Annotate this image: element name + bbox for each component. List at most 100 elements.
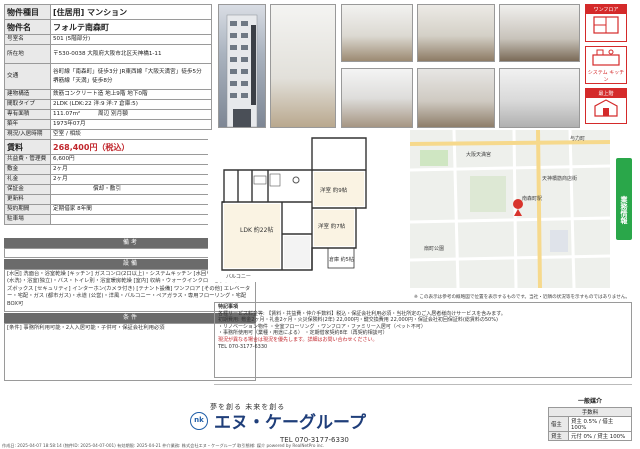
room-photo-5[interactable] xyxy=(417,68,495,128)
guarantee-extra: 償却・敷引 xyxy=(93,186,121,192)
spec-key: 保証金 xyxy=(4,184,51,195)
spec-value: 償却・敷引 xyxy=(50,184,212,195)
spec-row-renewal: 更新料 xyxy=(4,194,212,205)
spec-value: 2LDK (LDK:22 洋:9 洋:7 倉庫:5) xyxy=(50,99,212,110)
property-sheet: 物件種目 [住居用] マンション 物件名 フォルテ南森町 号室名 501 (5階… xyxy=(0,0,640,449)
spec-key: 契約期間 xyxy=(4,204,51,215)
spec-row-fee: 共益費・管理費 6,600円 xyxy=(4,154,212,165)
spec-key: 建物構造 xyxy=(4,89,51,100)
map-label: 与力町 xyxy=(570,135,585,142)
spec-key: 敷金 xyxy=(4,164,51,175)
spec-value: 鉄筋コンクリート造 地上9階 地下0階 xyxy=(50,89,212,100)
commission-key: 借主 xyxy=(548,416,569,432)
floor-plan: LDK 約22帖 洋室 約9帖 洋室 約7帖 倉庫 約5帖 バルコニー xyxy=(208,130,406,282)
spec-row-address: 所在地 〒530-0038 大阪府大阪市北区天神橋1-11 xyxy=(4,44,212,64)
spec-key: 礼金 xyxy=(4,174,51,185)
spec-value: 〒530-0038 大阪府大阪市北区天神橋1-11 xyxy=(50,44,212,64)
spec-row-parking: 駐車場 xyxy=(4,214,212,225)
spec-key: 号室名 xyxy=(4,34,51,45)
room-photo-2[interactable] xyxy=(417,4,495,62)
special-note-line: ・事務所使用可（業種・用途による） ・定期借家契約8年（再契約相談可） xyxy=(218,330,388,337)
spec-row-guarantee: 保証金 償却・敷引 xyxy=(4,184,212,195)
special-notes-box: 特記事項 各種サービス料金等: 【賃料・共益費・仲介手数料】税込・保証会社利用必… xyxy=(214,302,632,378)
spec-value: 1973年07月 xyxy=(50,119,212,130)
commission-value: 元付 0% / 貸主 100% xyxy=(568,431,632,441)
spec-value: 501 (5階部分) xyxy=(50,34,212,45)
floor-icon xyxy=(593,16,619,34)
room-photo-4[interactable] xyxy=(341,68,413,128)
spec-value: 2ヶ月 xyxy=(50,174,212,185)
spec-value: [住居用] マンション xyxy=(50,4,212,20)
company-logo-icon: nk xyxy=(190,412,208,430)
plan-label-balcony: バルコニー xyxy=(226,274,251,280)
company-logo-text: エヌ・ケーグループ xyxy=(214,413,366,433)
spec-value: 2ヶ月 xyxy=(50,164,212,175)
plan-label-room2: 洋室 約7帖 xyxy=(318,222,346,230)
spec-key: 駐車場 xyxy=(4,214,51,225)
spec-key: 現況/入居時期 xyxy=(4,129,51,140)
area-map[interactable]: 大阪天満宮 南森町駅 天神橋筋商店街 扇町公園 与力町 xyxy=(410,130,610,288)
commission-row: 貸主 元付 0% / 貸主 100% xyxy=(548,431,632,441)
spec-value: フォルテ南森町 xyxy=(50,19,212,35)
badge-system-kitchen: システム キッチン xyxy=(585,46,627,84)
building-icon xyxy=(226,14,258,127)
spec-row-type: 物件種目 [住居用] マンション xyxy=(4,4,212,20)
spec-key: 築年 xyxy=(4,119,51,130)
area-value: 111.07m² xyxy=(53,111,81,117)
commission-row: 借主 貸主 0.5% / 借主 100% xyxy=(548,416,632,432)
commission-row: 手数料 xyxy=(548,407,632,417)
spec-key: 物件種目 xyxy=(4,4,51,20)
special-notes-title: 特記事項 xyxy=(218,304,239,310)
living-room-photo[interactable] xyxy=(270,4,336,128)
spec-row-access: 交通 谷町線「南森町」徒歩3分 JR東西線「大阪天満宮」徒歩5分 堺筋線「天満」… xyxy=(4,63,212,90)
spec-row-built: 築年 1973年07月 xyxy=(4,119,212,130)
spec-table: 物件種目 [住居用] マンション 物件名 フォルテ南森町 号室名 501 (5階… xyxy=(4,4,212,225)
map-label: 扇町公園 xyxy=(424,245,444,252)
spec-value: 空室 / 相談 xyxy=(50,129,212,140)
spec-row-layout: 間取タイプ 2LDK (LDK:22 洋:9 洋:7 倉庫:5) xyxy=(4,99,212,110)
plan-label-ldk: LDK 約22帖 xyxy=(240,226,273,234)
footer-strip: 作成日: 2025-04-07 18:58:14 (物件ID: 2025-04-… xyxy=(2,443,325,448)
commission-key: 貸主 xyxy=(548,431,569,441)
spec-row-area: 専有面積 111.07m² 周辺 別月額 xyxy=(4,109,212,120)
bathroom-photo[interactable] xyxy=(499,68,580,128)
top-floor-icon xyxy=(594,99,618,117)
spec-row-rent: 賃料 268,400円（税込） xyxy=(4,139,212,155)
spec-row-structure: 建物構造 鉄筋コンクリート造 地上9階 地下0階 xyxy=(4,89,212,100)
transaction-type-box: 一般媒介 手数料 借主 貸主 0.5% / 借主 100% 貸主 元付 0% /… xyxy=(548,396,632,441)
building-exterior-photo[interactable] xyxy=(218,4,266,128)
spec-value xyxy=(50,214,212,225)
map-label: 南森町駅 xyxy=(522,195,542,202)
special-note-line: 初期費用: 敷金2ヶ月・礼金2ヶ月・火災保険料(2年) 22,000円・鍵交換費… xyxy=(218,317,498,324)
spec-key: 更新料 xyxy=(4,194,51,205)
commission-header: 手数料 xyxy=(548,407,632,417)
spec-key: 交通 xyxy=(4,63,51,90)
spec-key: 間取タイプ xyxy=(4,99,51,110)
room-photo-1[interactable] xyxy=(341,4,413,62)
map-label: 大阪天満宮 xyxy=(466,151,491,158)
business-info-tab[interactable]: 業務情報 xyxy=(616,158,632,240)
spec-value: 111.07m² 周辺 別月額 xyxy=(50,109,212,120)
spec-key: 所在地 xyxy=(4,44,51,64)
spec-value: 6,600円 xyxy=(50,154,212,165)
badge-label: システム キッチン xyxy=(587,70,625,83)
kitchen-icon xyxy=(592,49,620,66)
spec-value: 谷町線「南森町」徒歩3分 JR東西線「大阪天満宮」徒歩5分 堺筋線「天満」徒歩8… xyxy=(50,63,212,90)
plan-label-room1: 洋室 約9帖 xyxy=(320,186,348,194)
rent-value: 268,400円（税込） xyxy=(50,139,212,155)
spec-row-room: 号室名 501 (5階部分) xyxy=(4,34,212,45)
spec-key: 共益費・管理費 xyxy=(4,154,51,165)
spec-row-deposit: 敷金 2ヶ月 xyxy=(4,164,212,175)
spec-value xyxy=(50,194,212,205)
spec-row-status: 現況/入居時期 空室 / 相談 xyxy=(4,129,212,140)
transaction-type: 一般媒介 xyxy=(577,398,602,405)
photo-gallery xyxy=(218,4,580,128)
commission-table: 手数料 借主 貸主 0.5% / 借主 100% 貸主 元付 0% / 貸主 1… xyxy=(548,407,632,441)
spec-key: 物件名 xyxy=(4,19,51,35)
room-photo-3[interactable] xyxy=(499,4,580,62)
spec-value: 定期借家 8年間 xyxy=(50,204,212,215)
spec-row-contract: 契約期間 定期借家 8年間 xyxy=(4,204,212,215)
badge-label: 最上階 xyxy=(586,89,626,98)
badge-top-floor: 最上階 xyxy=(585,88,627,124)
commission-value: 貸主 0.5% / 借主 100% xyxy=(568,416,632,432)
